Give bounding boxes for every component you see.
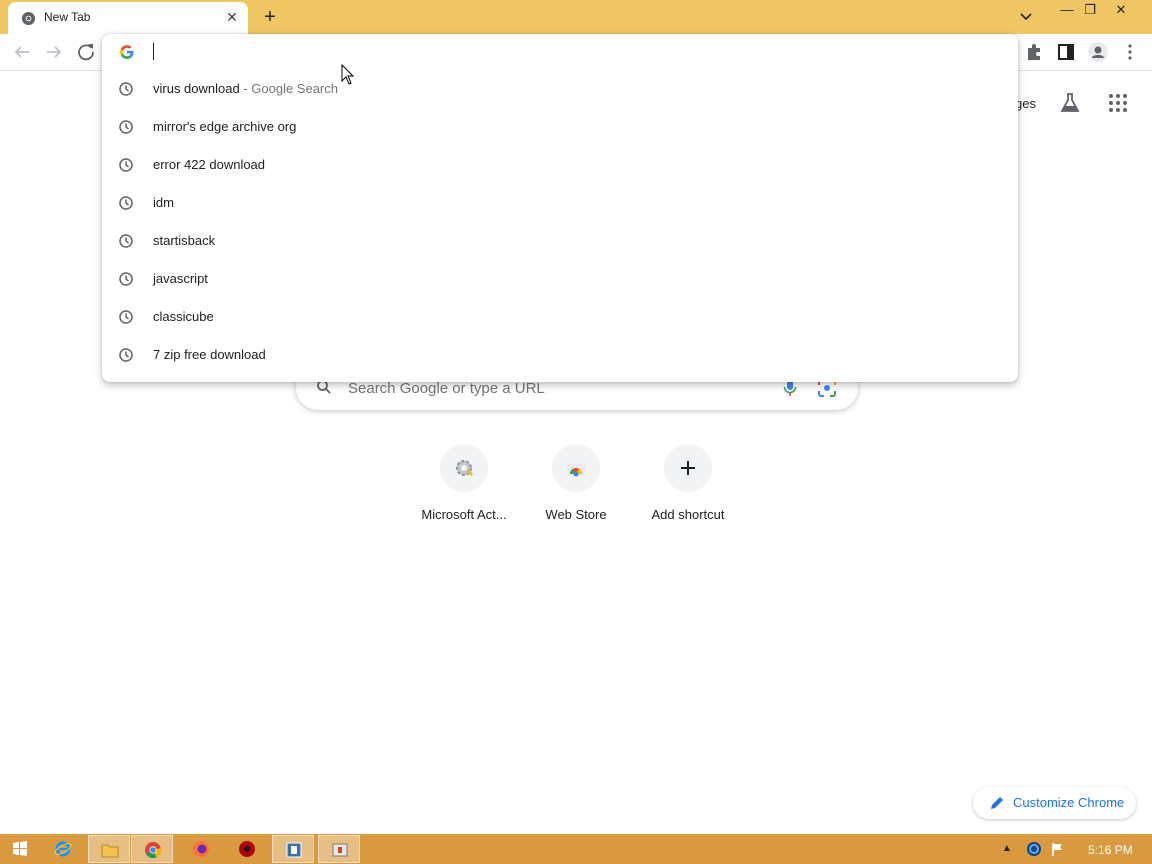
taskbar-app[interactable] bbox=[226, 835, 268, 863]
omnibox-suggestion[interactable]: idm bbox=[102, 184, 1018, 222]
omnibox-suggestion[interactable]: mirror's edge archive org bbox=[102, 108, 1018, 146]
windows-taskbar: ▲ 5:16 PM bbox=[0, 834, 1152, 864]
suggestion-text: startisback bbox=[153, 233, 216, 248]
history-icon bbox=[119, 348, 133, 362]
suggestion-subtext: - Google Search bbox=[239, 81, 338, 96]
taskbar-file-explorer[interactable] bbox=[88, 835, 130, 863]
app-icon bbox=[239, 841, 255, 857]
omnibox-suggestion[interactable]: startisback bbox=[102, 222, 1018, 260]
address-bar-input[interactable] bbox=[152, 41, 992, 63]
shortcut-label: Add shortcut bbox=[651, 507, 725, 522]
omnibox-dropdown: virus download - Google Search mirror's … bbox=[102, 34, 1018, 382]
tab-search-chevron-icon[interactable] bbox=[1016, 8, 1036, 26]
suggestion-text: 7 zip free download bbox=[153, 347, 266, 362]
customize-chrome-button[interactable]: Customize Chrome bbox=[973, 787, 1136, 819]
shortcut-tile bbox=[552, 444, 600, 492]
omnibox-suggestion[interactable]: 7 zip free download bbox=[102, 336, 1018, 374]
window-close-button[interactable]: ✕ bbox=[1098, 0, 1144, 22]
shortcut-tile bbox=[440, 444, 488, 492]
extensions-puzzle-icon[interactable] bbox=[1022, 40, 1046, 64]
taskbar-clock[interactable]: 5:16 PM bbox=[1088, 843, 1133, 857]
tab-title: New Tab bbox=[44, 10, 91, 24]
taskbar-firefox[interactable] bbox=[180, 835, 222, 863]
app-icon bbox=[332, 843, 348, 857]
suggestion-text: classicube bbox=[153, 309, 214, 324]
new-tab-button[interactable]: + bbox=[258, 6, 282, 28]
google-g-icon bbox=[120, 45, 134, 59]
windows-start-icon[interactable] bbox=[4, 835, 36, 863]
back-arrow-icon[interactable] bbox=[10, 40, 34, 64]
suggestion-text: error 422 download bbox=[153, 157, 266, 172]
side-panel-icon[interactable] bbox=[1054, 40, 1078, 64]
history-icon bbox=[119, 82, 133, 96]
suggestion-text: idm bbox=[153, 195, 174, 210]
forward-arrow-icon[interactable] bbox=[42, 40, 66, 64]
shortcut-tile bbox=[664, 444, 712, 492]
suggestion-text: mirror's edge archive org bbox=[153, 119, 297, 134]
action-center-flag-icon[interactable] bbox=[1050, 841, 1066, 857]
firefox-icon bbox=[193, 841, 209, 857]
taskbar-app[interactable] bbox=[318, 835, 360, 863]
taskbar-chrome[interactable] bbox=[131, 835, 173, 863]
pencil-icon bbox=[991, 797, 1003, 809]
history-icon bbox=[119, 272, 133, 286]
plus-icon bbox=[681, 461, 695, 475]
taskbar-app[interactable] bbox=[272, 835, 314, 863]
customize-chrome-label: Customize Chrome bbox=[1013, 795, 1125, 810]
add-shortcut-button[interactable]: Add shortcut bbox=[632, 444, 744, 534]
shortcut-label: Web Store bbox=[545, 507, 607, 522]
omnibox-suggestion[interactable]: javascript bbox=[102, 260, 1018, 298]
app-icon bbox=[286, 842, 302, 858]
taskbar-internet-explorer[interactable] bbox=[42, 835, 84, 863]
history-icon bbox=[119, 310, 133, 324]
labs-flask-icon[interactable] bbox=[1058, 91, 1082, 115]
profile-avatar-icon[interactable] bbox=[1086, 40, 1110, 64]
shortcut-label: Microsoft Act... bbox=[421, 507, 507, 522]
suggestion-text: virus download - Google Search bbox=[153, 81, 338, 96]
gear-icon bbox=[456, 460, 474, 477]
tab-close-icon[interactable]: ✕ bbox=[224, 9, 240, 25]
google-apps-grid-icon[interactable] bbox=[1106, 91, 1130, 115]
ntp-images-link[interactable]: ges bbox=[1015, 96, 1036, 111]
history-icon bbox=[119, 120, 133, 134]
folder-icon bbox=[101, 844, 119, 858]
internet-explorer-icon bbox=[54, 841, 72, 857]
reload-icon[interactable] bbox=[74, 40, 98, 64]
history-icon bbox=[119, 234, 133, 248]
tab-new-tab[interactable]: New Tab ✕ bbox=[8, 2, 248, 34]
text-caret bbox=[153, 43, 154, 60]
shortcut-microsoft-activation[interactable]: Microsoft Act... bbox=[408, 444, 520, 534]
chrome-icon bbox=[145, 842, 162, 858]
kebab-menu-icon[interactable] bbox=[1118, 40, 1142, 64]
tab-strip: New Tab ✕ + — ❐ ✕ bbox=[0, 0, 1152, 34]
omnibox-suggestion[interactable]: error 422 download bbox=[102, 146, 1018, 184]
omnibox-suggestion[interactable]: classicube bbox=[102, 298, 1018, 336]
omnibox-suggestion[interactable]: virus download - Google Search bbox=[102, 70, 1018, 108]
history-icon bbox=[119, 196, 133, 210]
tray-app-icon[interactable] bbox=[1026, 841, 1042, 857]
shortcut-web-store[interactable]: Web Store bbox=[520, 444, 632, 534]
tray-overflow-chevron-icon[interactable]: ▲ bbox=[1002, 843, 1014, 855]
mouse-pointer-icon bbox=[341, 64, 355, 85]
history-icon bbox=[119, 158, 133, 172]
suggestion-text: javascript bbox=[153, 271, 208, 286]
chrome-icon bbox=[21, 11, 36, 26]
webstore-icon bbox=[567, 464, 585, 477]
